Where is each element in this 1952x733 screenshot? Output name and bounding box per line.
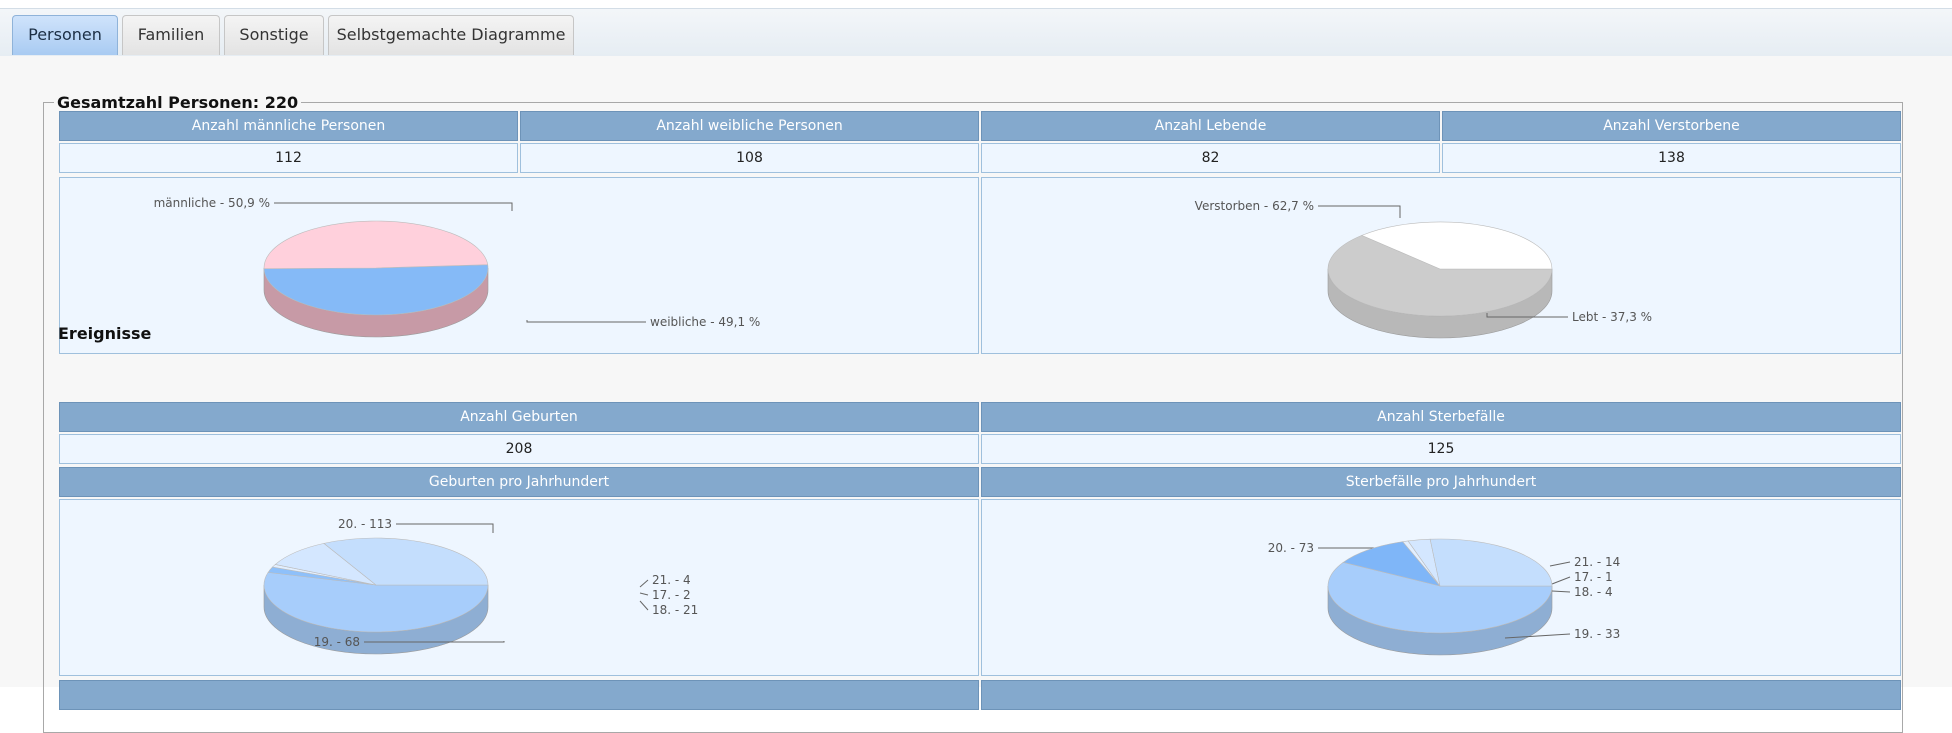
pie-slice-label: 21. - 4 <box>652 573 691 587</box>
pie-label-leader <box>639 579 649 588</box>
next-row-header-right <box>981 680 1901 710</box>
persons-total-legend: Gesamtzahl Personen: 220 <box>57 93 299 112</box>
header-deaths-per-century: Sterbefälle pro Jahrhundert <box>981 467 1901 497</box>
pie-label-leader <box>526 320 646 323</box>
header-births-per-century: Geburten pro Jahrhundert <box>59 467 979 497</box>
living-chart-box: Verstorben - 62,7 % Lebt - 37,3 % <box>981 177 1901 354</box>
value-male-count: 112 <box>59 143 518 173</box>
value-female-count: 108 <box>520 143 979 173</box>
pie-label-leader <box>639 592 649 596</box>
pie-label-leader <box>1318 205 1401 218</box>
births-pie-chart: 20. - 113 21. - 417. - 218. - 21 19. - 68 <box>263 517 698 655</box>
pie-label-leader <box>639 600 649 611</box>
value-deceased-count: 138 <box>1442 143 1901 173</box>
pie-slice-label: 20. - 73 <box>1268 541 1314 555</box>
pie-slice-label: Lebt - 37,3 % <box>1572 310 1652 324</box>
pie-slice-label: weibliche - 49,1 % <box>650 315 760 329</box>
pie-slice-label: 20. - 113 <box>338 517 392 531</box>
header-living-count: Anzahl Lebende <box>981 111 1440 141</box>
value-births-count: 208 <box>59 434 979 464</box>
events-section-title: Ereignisse <box>58 324 152 343</box>
pie-slice <box>263 220 489 269</box>
next-row-header-left <box>59 680 979 710</box>
header-deaths-count: Anzahl Sterbefälle <box>981 402 1901 432</box>
value-living-count: 82 <box>981 143 1440 173</box>
births-chart-box: 20. - 113 21. - 4 17. - 2 18. - 21 19. - 68 <box>59 499 979 676</box>
deaths-chart-box: 20. - 73 21. - 14 17. - 1 18. - 4 19. - 33 <box>981 499 1901 676</box>
tab-familien[interactable]: Familien <box>122 15 220 55</box>
tab-sonstige[interactable]: Sonstige <box>224 15 324 55</box>
tab-bar: Personen Familien Sonstige Selbstgemacht… <box>0 8 1952 57</box>
header-male-count: Anzahl männliche Personen <box>59 111 518 141</box>
header-deceased-count: Anzahl Verstorbene <box>1442 111 1901 141</box>
pie-slice-label: 18. - 21 <box>652 603 698 617</box>
pie-slice-label: 17. - 1 <box>1574 570 1613 584</box>
living-pie-chart: Verstorben - 62,7 % Lebt - 37,3 % <box>1195 199 1652 339</box>
pie-label-leader <box>1551 590 1571 593</box>
tab-selbstgemachte-diagramme[interactable]: Selbstgemachte Diagramme <box>328 15 574 55</box>
header-female-count: Anzahl weibliche Personen <box>520 111 979 141</box>
pie-slice-label: 18. - 4 <box>1574 585 1613 599</box>
gender-chart-box: männliche - 50,9 % weibliche - 49,1 % <box>59 177 979 354</box>
pie-slice <box>1429 538 1553 587</box>
pie-slice-label: Verstorben - 62,7 % <box>1195 199 1314 213</box>
pie-slice-label: 19. - 68 <box>314 635 360 649</box>
tab-personen[interactable]: Personen <box>12 15 118 55</box>
gender-pie-chart: männliche - 50,9 % weibliche - 49,1 % <box>154 196 760 338</box>
pie-slice-label: 19. - 33 <box>1574 627 1620 641</box>
value-deaths-count: 125 <box>981 434 1901 464</box>
deaths-pie-chart: 20. - 73 21. - 1417. - 118. - 4 19. - 33 <box>1268 538 1620 656</box>
header-births-count: Anzahl Geburten <box>59 402 979 432</box>
pie-slice-label: 21. - 14 <box>1574 555 1620 569</box>
pie-slice-label: 17. - 2 <box>652 588 691 602</box>
pie-label-leader <box>396 523 494 533</box>
pie-slice-label: männliche - 50,9 % <box>154 196 270 210</box>
pie-label-leader <box>274 202 513 211</box>
pie-label-leader <box>1549 561 1571 567</box>
pie-label-leader <box>1551 576 1571 585</box>
